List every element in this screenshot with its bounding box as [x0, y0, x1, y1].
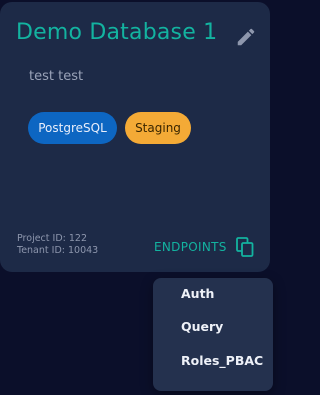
- edit-button[interactable]: [235, 26, 257, 48]
- menu-item-roles-pbac[interactable]: Roles_PBAC: [181, 353, 263, 368]
- card-title: Demo Database 1: [16, 20, 218, 45]
- tag-postgresql: PostgreSQL: [28, 112, 117, 144]
- menu-item-query[interactable]: Query: [181, 319, 223, 334]
- pencil-icon: [237, 28, 255, 46]
- copy-icon: [235, 237, 254, 257]
- project-id: Project ID: 122: [17, 233, 87, 244]
- tag-staging: Staging: [125, 112, 191, 144]
- menu-item-auth[interactable]: Auth: [181, 286, 214, 301]
- endpoints-label: ENDPOINTS: [154, 240, 227, 254]
- card-description: test test: [29, 69, 84, 84]
- tenant-id: Tenant ID: 10043: [17, 245, 99, 256]
- database-card: Demo Database 1 test test PostgreSQL Sta…: [0, 2, 270, 272]
- endpoints-button[interactable]: ENDPOINTS: [154, 237, 254, 257]
- endpoints-menu: Auth Query Roles_PBAC: [153, 278, 273, 391]
